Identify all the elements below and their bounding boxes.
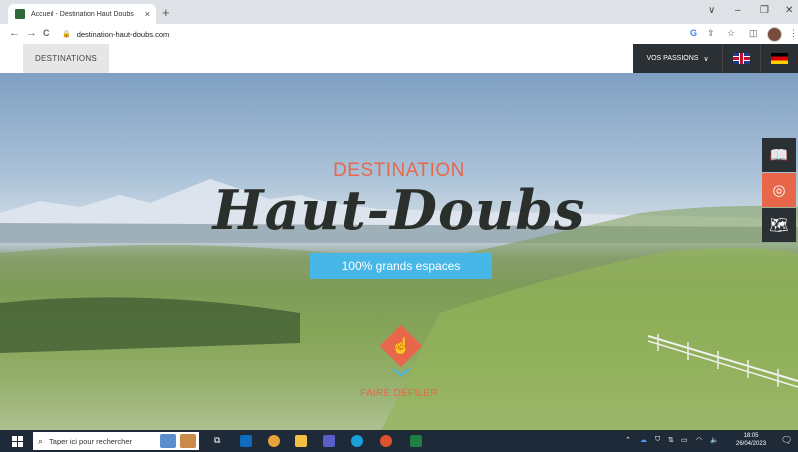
map-icon: 🗺	[769, 217, 789, 234]
google-translate-icon[interactable]: G	[690, 28, 697, 38]
language-german-button[interactable]	[760, 44, 798, 73]
address-bar[interactable]: 🔒 destination-haut-doubs.com	[62, 27, 169, 41]
network-icon[interactable]: ⇅	[668, 436, 674, 444]
reload-button[interactable]: C	[43, 28, 50, 38]
file-explorer-icon[interactable]	[295, 435, 307, 447]
hero-banner	[0, 73, 798, 430]
close-window-button[interactable]: ✕	[785, 5, 793, 16]
map-button[interactable]: 🗺	[762, 208, 796, 242]
outlook-app-icon[interactable]	[240, 435, 252, 447]
uk-flag-icon	[733, 53, 750, 64]
task-view-icon[interactable]: ⧉	[214, 435, 226, 447]
hero-badge: 100% grands espaces	[310, 253, 492, 279]
restore-button[interactable]: ❐	[760, 5, 769, 16]
tab-search-button[interactable]: ∨	[708, 5, 715, 16]
taskbar-search-placeholder: Taper ici pour rechercher	[49, 436, 133, 446]
lock-icon: 🔒	[62, 31, 71, 38]
tab-close-button[interactable]: ×	[145, 9, 150, 19]
side-panel-icon[interactable]: ◫	[749, 28, 758, 39]
edge-app-icon[interactable]	[351, 435, 363, 447]
webcam-icon: ◎	[772, 182, 786, 199]
taskbar-clock[interactable]: 18:05 26/04/2023	[736, 432, 766, 448]
german-flag-icon	[771, 53, 788, 64]
firefox-app-icon[interactable]	[380, 435, 392, 447]
minimize-button[interactable]: –	[735, 5, 741, 16]
profile-avatar[interactable]	[767, 27, 782, 42]
site-favicon-icon	[15, 9, 25, 19]
search-icon: ⌕	[38, 435, 44, 446]
back-button[interactable]: ←	[9, 27, 20, 39]
teams-app-icon[interactable]	[323, 435, 335, 447]
whiteboard-app-icon[interactable]	[160, 434, 176, 448]
tab-title: Accueil - Destination Haut Doubs	[31, 10, 134, 18]
scroll-label[interactable]: FAIRE DÉFILER	[0, 388, 798, 399]
destinations-tab[interactable]: DESTINATIONS	[23, 44, 109, 73]
onedrive-icon[interactable]: ☁	[640, 436, 647, 444]
browser-toolbar: ← → C 🔒 destination-haut-doubs.com G ⇪ ☆…	[0, 24, 798, 45]
clock-time: 18:05	[743, 433, 759, 439]
new-tab-button[interactable]: +	[162, 5, 170, 20]
vos-passions-menu[interactable]: VOS PASSIONS ∨	[633, 44, 722, 73]
battery-icon[interactable]: ▭	[681, 436, 688, 444]
windows-start-icon[interactable]	[12, 436, 23, 447]
clock-date: 26/04/2023	[736, 441, 767, 447]
webcam-button[interactable]: ◎	[762, 173, 796, 207]
security-icon[interactable]: ⛉	[655, 436, 660, 444]
brochure-button[interactable]: 📖	[762, 138, 796, 172]
url-text: destination-haut-doubs.com	[76, 29, 170, 39]
briefcase-app-icon[interactable]	[180, 434, 196, 448]
vos-passions-label: VOS PASSIONS	[646, 55, 699, 62]
language-english-button[interactable]	[722, 44, 760, 73]
hero-title: Haut-Doubs	[212, 178, 586, 242]
hand-pointer-icon[interactable]: ☝	[386, 333, 416, 361]
volume-icon[interactable]: 🔈	[710, 436, 719, 444]
notifications-icon[interactable]: 🗨	[781, 435, 792, 446]
tray-chevron-icon[interactable]: ⌃	[625, 436, 631, 444]
excel-app-icon[interactable]	[410, 435, 422, 447]
brochure-icon: 📖	[769, 147, 789, 164]
chrome-app-icon[interactable]	[268, 435, 280, 447]
share-icon[interactable]: ⇪	[707, 28, 715, 39]
windows-taskbar: ⌕ Taper ici pour rechercher ⧉ ⌃ ☁ ⛉ ⇅ ▭ …	[0, 430, 798, 452]
chevron-down-icon: ∨	[703, 55, 709, 63]
bookmark-star-icon[interactable]: ☆	[727, 28, 735, 39]
wifi-icon[interactable]: ◠	[696, 436, 702, 444]
browser-tab-strip: Accueil - Destination Haut Doubs × + ∨ –…	[0, 0, 798, 24]
chevron-down-icon	[392, 368, 410, 376]
forward-button[interactable]: →	[26, 27, 37, 39]
browser-tab[interactable]: Accueil - Destination Haut Doubs ×	[8, 4, 156, 24]
more-menu-icon[interactable]: ⋮	[789, 28, 798, 39]
